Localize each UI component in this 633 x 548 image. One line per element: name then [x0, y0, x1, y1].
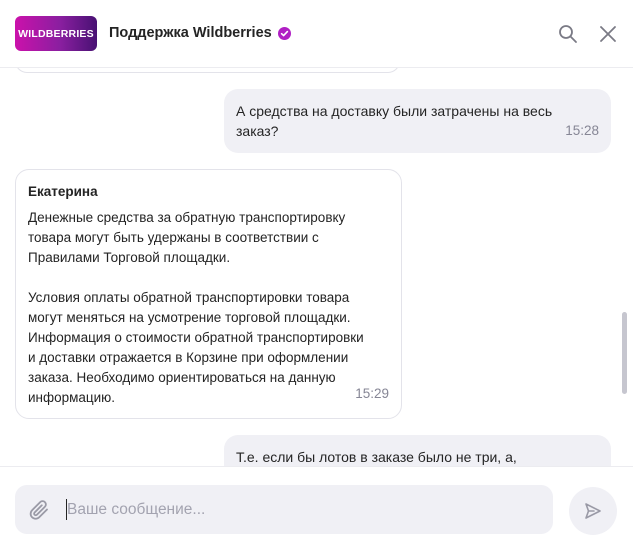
chat-title-text: Поддержка Wildberries [109, 25, 272, 41]
verified-check-icon [277, 26, 291, 40]
message-text: Денежные средства за обратную транспорти… [28, 210, 364, 405]
outgoing-message: Т.е. если бы лотов в заказе было не три,… [224, 435, 611, 466]
message-input[interactable] [67, 485, 537, 534]
send-button[interactable] [569, 487, 617, 535]
message-time: 15:28 [565, 123, 599, 138]
close-button[interactable] [596, 22, 620, 46]
message-composer [0, 466, 633, 548]
message-input-box[interactable] [15, 485, 553, 534]
outgoing-message: А средства на доставку были затрачены на… [224, 89, 611, 153]
incoming-message: Екатерина Денежные средства за обратную … [15, 169, 402, 419]
send-icon [585, 503, 601, 519]
scrollbar-thumb[interactable] [622, 312, 627, 394]
search-button[interactable] [556, 22, 580, 46]
support-chat-window: WILDBERRIES Поддержка Wildberries А сред… [0, 0, 633, 548]
message-text: Т.е. если бы лотов в заказе было не три,… [236, 449, 517, 465]
message-text: А средства на доставку были затрачены на… [236, 103, 553, 139]
wildberries-logo: WILDBERRIES [15, 16, 97, 51]
message-sender: Екатерина [28, 184, 98, 199]
search-icon [559, 25, 577, 43]
attach-button[interactable] [27, 498, 51, 522]
chat-header: WILDBERRIES Поддержка Wildberries [0, 0, 633, 68]
message-time: 15:29 [355, 386, 389, 401]
chat-title: Поддержка Wildberries [109, 25, 291, 41]
paperclip-icon [29, 500, 48, 520]
message-list[interactable]: А средства на доставку были затрачены на… [0, 68, 633, 466]
previous-message-bubble [15, 68, 400, 73]
close-icon [600, 26, 616, 42]
